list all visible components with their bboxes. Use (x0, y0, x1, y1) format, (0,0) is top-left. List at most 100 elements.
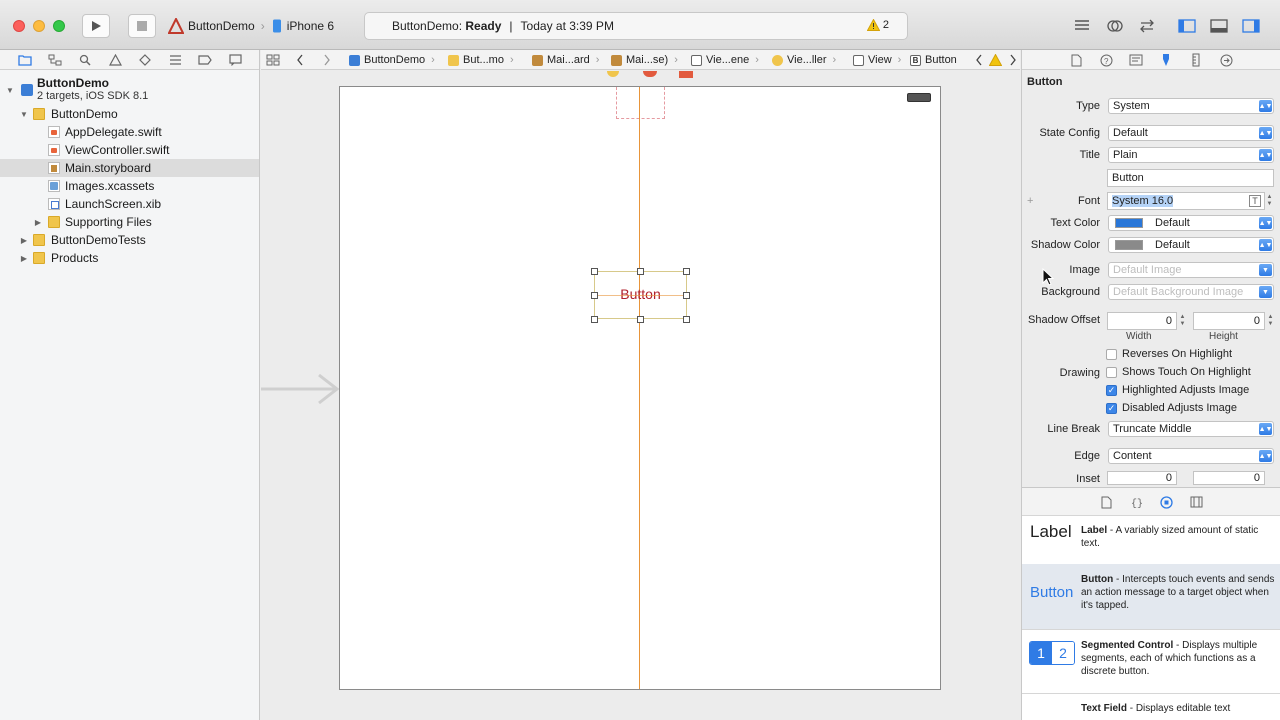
tab-attributes-inspector[interactable] (1158, 52, 1174, 68)
add-variation-icon[interactable]: + (1027, 195, 1033, 207)
tab-debug-navigator[interactable] (167, 52, 183, 68)
tree-item-buttondemotests[interactable]: ▶ ButtonDemoTests (0, 231, 259, 249)
shadow-width-stepper[interactable]: ▲ ▼ (1178, 313, 1187, 329)
minimize-window-button[interactable] (33, 20, 45, 32)
tree-item-appdelegate[interactable]: AppDelegate.swift (0, 123, 259, 141)
interface-builder-canvas[interactable]: Button (261, 71, 1020, 720)
line-break-popup[interactable]: Truncate Middle ▲▼ (1108, 421, 1274, 437)
tab-file-inspector[interactable] (1068, 52, 1084, 68)
shadow-height-stepper[interactable]: ▲ ▼ (1266, 313, 1275, 329)
toggle-navigator-button[interactable] (1176, 16, 1198, 36)
text-color-popup[interactable]: Default ▲▼ (1108, 215, 1274, 231)
shadow-height-field[interactable]: 0 (1193, 312, 1265, 330)
tab-file-template-library[interactable] (1098, 494, 1114, 510)
library-item-button[interactable]: Button Button - Intercepts touch events … (1022, 564, 1280, 629)
crumb-storyboard[interactable]: Mai...ard › (532, 53, 599, 67)
tab-media-library[interactable] (1188, 494, 1204, 510)
background-combo[interactable]: Default Background Image ▼ (1108, 284, 1274, 300)
close-window-button[interactable] (13, 20, 25, 32)
view-controller-dock-icon[interactable] (607, 71, 619, 77)
tab-project-navigator[interactable] (17, 52, 33, 68)
tab-identity-inspector[interactable] (1128, 52, 1144, 68)
resize-handle[interactable] (591, 292, 598, 299)
version-editor-button[interactable] (1136, 16, 1158, 36)
resize-handle[interactable] (683, 268, 690, 275)
tab-test-navigator[interactable] (137, 52, 153, 68)
tab-symbol-navigator[interactable] (47, 52, 63, 68)
tab-breakpoint-navigator[interactable] (197, 52, 213, 68)
disclosure-open-icon[interactable]: ▼ (5, 85, 15, 95)
tree-item-supporting-files[interactable]: ▶ Supporting Files (0, 213, 259, 231)
tab-report-navigator[interactable] (227, 52, 243, 68)
tab-issue-navigator[interactable] (107, 52, 123, 68)
crumb-project[interactable]: ButtonDemo › (349, 53, 435, 67)
library-item-text-field[interactable]: Text Field - Displays editable text (1022, 693, 1280, 720)
shadow-width-field[interactable]: 0 (1107, 312, 1177, 330)
zoom-window-button[interactable] (53, 20, 65, 32)
issue-forward-button[interactable] (1009, 53, 1017, 67)
back-button[interactable] (296, 53, 304, 67)
disclosure-closed-icon[interactable]: ▶ (33, 217, 43, 227)
state-config-popup[interactable]: Default ▲▼ (1108, 125, 1274, 141)
resize-handle[interactable] (591, 316, 598, 323)
tree-item-main-storyboard[interactable]: Main.storyboard (0, 159, 259, 177)
title-text-field[interactable]: Button (1107, 169, 1274, 187)
selected-button[interactable]: Button (591, 268, 690, 323)
resize-handle[interactable] (637, 316, 644, 323)
image-combo[interactable]: Default Image ▼ (1108, 262, 1274, 278)
tab-connections-inspector[interactable] (1218, 52, 1234, 68)
forward-button[interactable] (323, 53, 331, 67)
disclosure-open-icon[interactable]: ▼ (19, 109, 29, 119)
crumb-scene[interactable]: Vie...ene › (691, 53, 759, 67)
tab-code-snippet-library[interactable]: {} (1128, 494, 1144, 510)
tab-quick-help[interactable]: ? (1098, 52, 1114, 68)
entry-point-arrow-icon[interactable] (261, 373, 341, 405)
font-field[interactable]: System 16.0 T (1107, 192, 1265, 210)
warning-indicator[interactable]: 2 (866, 19, 889, 31)
font-size-stepper[interactable]: ▲ ▼ (1265, 193, 1274, 209)
type-popup[interactable]: System ▲▼ (1108, 98, 1274, 114)
highlighted-adjusts-checkbox[interactable]: ✓ (1106, 385, 1117, 396)
library-item-segmented-control[interactable]: 1 2 Segmented Control - Displays multipl… (1022, 629, 1280, 693)
resize-handle[interactable] (591, 268, 598, 275)
title-type-popup[interactable]: Plain ▲▼ (1108, 147, 1274, 163)
issue-warning-button[interactable] (989, 53, 1002, 67)
tab-find-navigator[interactable] (77, 52, 93, 68)
toggle-debug-area-button[interactable] (1208, 16, 1230, 36)
crumb-group[interactable]: But...mo › (448, 53, 514, 67)
reverses-on-highlight-checkbox[interactable] (1106, 349, 1117, 360)
shows-touch-checkbox[interactable] (1106, 367, 1117, 378)
disclosure-closed-icon[interactable]: ▶ (19, 235, 29, 245)
disclosure-closed-icon[interactable]: ▶ (19, 253, 29, 263)
stop-button[interactable] (128, 14, 156, 38)
resize-handle[interactable] (637, 268, 644, 275)
view-controller-scene[interactable]: Button (339, 86, 941, 690)
shadow-color-popup[interactable]: Default ▲▼ (1108, 237, 1274, 253)
tree-item-products[interactable]: ▶ Products (0, 249, 259, 267)
related-items-button[interactable] (266, 53, 280, 67)
resize-handle[interactable] (683, 316, 690, 323)
toggle-utilities-button[interactable] (1240, 16, 1262, 36)
project-root-row[interactable]: ▼ ButtonDemo 2 targets, iOS SDK 8.1 (0, 76, 259, 104)
crumb-button[interactable]: B Button (910, 53, 957, 67)
crumb-view-controller[interactable]: Vie...ller › (772, 53, 836, 67)
tab-object-library[interactable] (1158, 494, 1174, 510)
scheme-selector[interactable]: ButtonDemo › iPhone 6 (168, 14, 352, 38)
crumb-storyboard-base[interactable]: Mai...se) › (611, 53, 678, 67)
edge-popup[interactable]: Content ▲▼ (1108, 448, 1274, 464)
inset-right-field[interactable]: 0 (1193, 471, 1265, 485)
tree-item-viewcontroller[interactable]: ViewController.swift (0, 141, 259, 159)
issue-back-button[interactable] (975, 53, 983, 67)
standard-editor-button[interactable] (1071, 16, 1093, 36)
inset-left-field[interactable]: 0 (1107, 471, 1177, 485)
tree-item-buttondemo-group[interactable]: ▼ ButtonDemo (0, 105, 259, 123)
exit-dock-icon[interactable] (679, 71, 693, 78)
disabled-adjusts-checkbox[interactable]: ✓ (1106, 403, 1117, 414)
tab-size-inspector[interactable] (1188, 52, 1204, 68)
run-button[interactable] (82, 14, 110, 38)
resize-handle[interactable] (683, 292, 690, 299)
assistant-editor-button[interactable] (1104, 16, 1126, 36)
tree-item-images-xcassets[interactable]: Images.xcassets (0, 177, 259, 195)
tree-item-launchscreen[interactable]: LaunchScreen.xib (0, 195, 259, 213)
first-responder-dock-icon[interactable] (643, 71, 657, 77)
